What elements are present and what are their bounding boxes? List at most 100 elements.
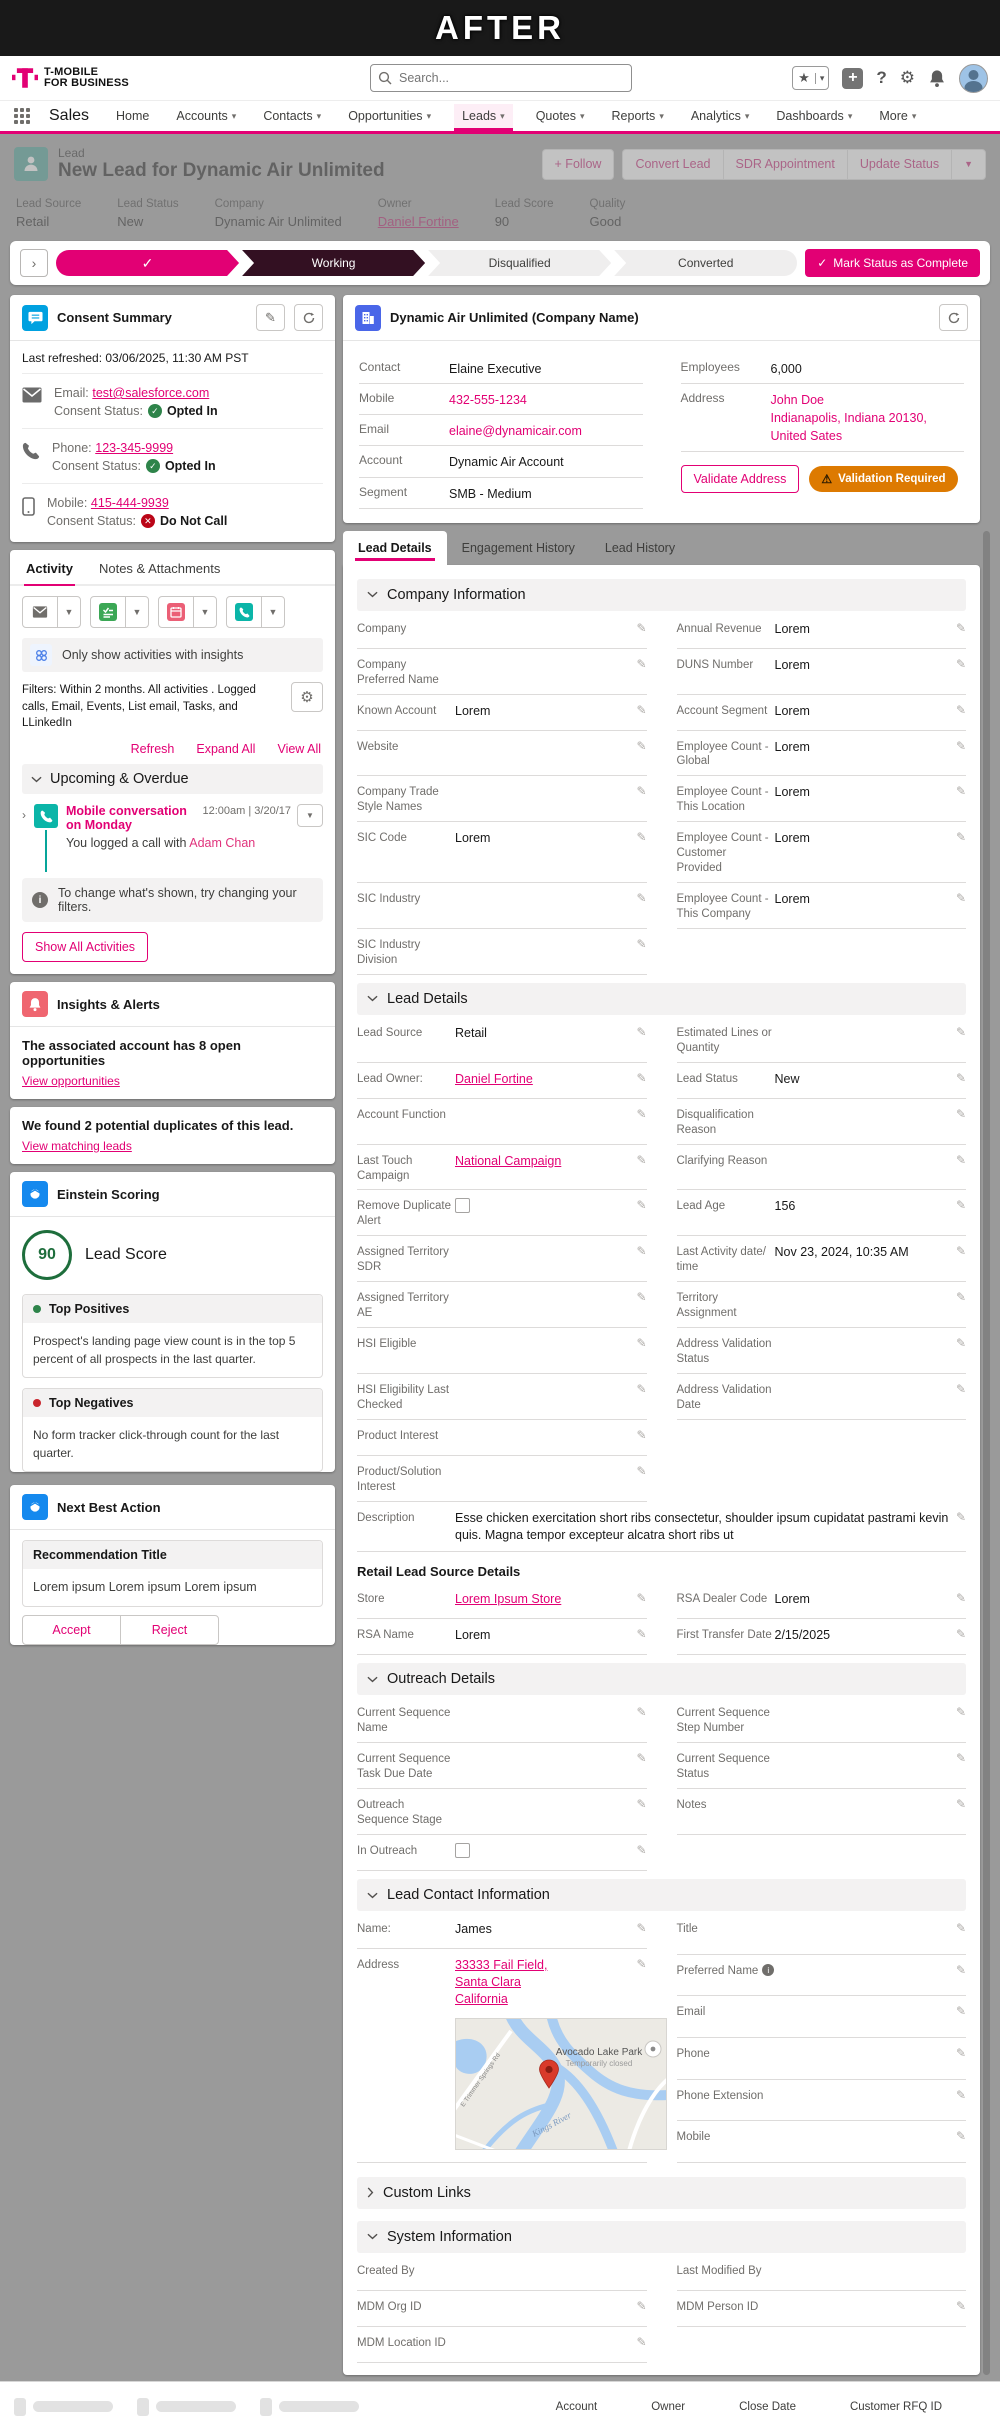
setup-gear-icon[interactable]: ⚙	[900, 68, 915, 88]
edit-pencil-icon[interactable]: ✎	[636, 2335, 646, 2349]
nav-item-contacts[interactable]: Contacts ▾	[259, 104, 325, 128]
edit-pencil-icon[interactable]: ✎	[636, 937, 646, 951]
favorites-star-icon[interactable]: ★	[793, 68, 815, 88]
edit-pencil-icon[interactable]: ✎	[956, 1244, 966, 1258]
help-icon[interactable]: ?	[876, 68, 886, 88]
edit-pencil-icon[interactable]: ✎	[956, 1751, 966, 1765]
new-task-button[interactable]: ▼	[90, 596, 149, 628]
user-avatar[interactable]	[959, 63, 988, 93]
nav-item-more[interactable]: More ▾	[875, 104, 920, 128]
upcoming-overdue-section[interactable]: Upcoming & Overdue	[22, 764, 323, 795]
edit-pencil-icon[interactable]: ✎	[636, 1705, 646, 1719]
edit-pencil-icon[interactable]: ✎	[636, 830, 646, 844]
path-stage-converted[interactable]: Converted	[614, 250, 798, 276]
edit-pencil-icon[interactable]: ✎	[956, 1071, 966, 1085]
edit-pencil-icon[interactable]: ✎	[636, 891, 646, 905]
tab-lead-history[interactable]: Lead History	[590, 531, 690, 565]
edit-pencil-icon[interactable]: ✎	[636, 1627, 646, 1641]
edit-pencil-icon[interactable]: ✎	[956, 2129, 966, 2143]
footer-label-owner[interactable]: Owner	[651, 2401, 685, 2413]
edit-pencil-icon[interactable]: ✎	[636, 703, 646, 717]
edit-pencil-icon[interactable]: ✎	[956, 1107, 966, 1121]
edit-pencil-icon[interactable]: ✎	[256, 304, 285, 331]
edit-pencil-icon[interactable]: ✎	[956, 703, 966, 717]
edit-pencil-icon[interactable]: ✎	[636, 1382, 646, 1396]
edit-pencil-icon[interactable]: ✎	[956, 1963, 966, 1977]
tmobile-logo[interactable]: T-MOBILE FOR BUSINESS	[12, 65, 129, 91]
sdr-appointment-button[interactable]: SDR Appointment	[722, 149, 847, 179]
edit-pencil-icon[interactable]: ✎	[636, 784, 646, 798]
tab-activity[interactable]: Activity	[24, 550, 75, 586]
edit-pencil-icon[interactable]: ✎	[956, 1510, 966, 1524]
edit-pencil-icon[interactable]: ✎	[636, 1843, 646, 1857]
edit-pencil-icon[interactable]: ✎	[956, 891, 966, 905]
refresh-icon[interactable]	[939, 304, 968, 331]
section-company-information[interactable]: Company Information	[357, 578, 966, 611]
expand-all-link[interactable]: Expand All	[196, 742, 255, 756]
edit-pencil-icon[interactable]: ✎	[956, 1153, 966, 1167]
edit-pencil-icon[interactable]: ✎	[956, 1797, 966, 1811]
edit-pencil-icon[interactable]: ✎	[636, 1751, 646, 1765]
edit-pencil-icon[interactable]: ✎	[636, 1071, 646, 1085]
edit-pencil-icon[interactable]: ✎	[636, 1336, 646, 1350]
app-name[interactable]: Sales	[49, 107, 89, 125]
edit-pencil-icon[interactable]: ✎	[956, 1921, 966, 1935]
address-link[interactable]: John Doe Indianapolis, Indiana 20130, Un…	[771, 391, 927, 445]
phone-link[interactable]: 123-345-9999	[95, 441, 173, 455]
path-expand-button[interactable]: ›	[20, 249, 48, 277]
edit-pencil-icon[interactable]: ✎	[956, 1591, 966, 1605]
notifications-bell-icon[interactable]	[928, 69, 946, 88]
edit-pencil-icon[interactable]: ✎	[636, 1244, 646, 1258]
view-matching-leads-link[interactable]: View matching leads	[22, 1139, 132, 1153]
convert-lead-button[interactable]: Convert Lead	[623, 150, 722, 179]
nav-item-leads[interactable]: Leads ▾	[454, 104, 513, 131]
section-lead-contact-information[interactable]: Lead Contact Information	[357, 1879, 966, 1912]
address-map[interactable]: Avocado Lake Park Temporarily closed Kin…	[455, 2017, 667, 2150]
activity-actions-caret-icon[interactable]: ▼	[297, 804, 323, 828]
mobile-link[interactable]: 432-555-1234	[449, 391, 527, 409]
edit-pencil-icon[interactable]: ✎	[956, 2046, 966, 2060]
favorites-control[interactable]: ★ ▾	[792, 66, 830, 90]
view-opportunities-link[interactable]: View opportunities	[22, 1074, 120, 1088]
tab-lead-details[interactable]: Lead Details	[343, 530, 447, 565]
edit-pencil-icon[interactable]: ✎	[636, 1290, 646, 1304]
edit-pencil-icon[interactable]: ✎	[956, 1198, 966, 1212]
reject-button[interactable]: Reject	[120, 1615, 218, 1644]
search-input[interactable]	[370, 64, 632, 92]
insights-filter-toggle[interactable]: Only show activities with insights	[22, 638, 323, 672]
dropdown-caret-icon[interactable]: ▼	[261, 597, 284, 627]
nav-item-opportunities[interactable]: Opportunities ▾	[344, 104, 435, 128]
nav-item-dashboards[interactable]: Dashboards ▾	[772, 104, 856, 128]
edit-pencil-icon[interactable]: ✎	[956, 830, 966, 844]
nav-item-reports[interactable]: Reports ▾	[608, 104, 668, 128]
dropdown-caret-icon[interactable]: ▼	[193, 597, 216, 627]
email-link[interactable]: test@salesforce.com	[92, 386, 209, 400]
field-value[interactable]: Daniel Fortine	[455, 1071, 630, 1088]
dropdown-caret-icon[interactable]: ▼	[125, 597, 148, 627]
edit-pencil-icon[interactable]: ✎	[956, 1290, 966, 1304]
mobile-link[interactable]: 415-444-9939	[91, 496, 169, 510]
app-launcher-icon[interactable]	[14, 108, 30, 124]
edit-pencil-icon[interactable]: ✎	[636, 1428, 646, 1442]
nav-item-quotes[interactable]: Quotes ▾	[532, 104, 589, 128]
edit-pencil-icon[interactable]: ✎	[636, 1025, 646, 1039]
refresh-icon[interactable]	[294, 304, 323, 331]
log-call-button[interactable]: ▼	[226, 596, 285, 628]
tab-engagement-history[interactable]: Engagement History	[447, 531, 590, 565]
new-email-button[interactable]: ▼	[22, 596, 81, 628]
edit-pencil-icon[interactable]: ✎	[636, 1107, 646, 1121]
edit-pencil-icon[interactable]: ✎	[956, 2299, 966, 2313]
scrollbar[interactable]	[983, 530, 990, 2375]
edit-pencil-icon[interactable]: ✎	[636, 1464, 646, 1478]
edit-pencil-icon[interactable]: ✎	[956, 2004, 966, 2018]
edit-pencil-icon[interactable]: ✎	[636, 621, 646, 635]
edit-pencil-icon[interactable]: ✎	[636, 1591, 646, 1605]
footer-label-close-date[interactable]: Close Date	[739, 2401, 796, 2413]
edit-pencil-icon[interactable]: ✎	[956, 2088, 966, 2102]
edit-pencil-icon[interactable]: ✎	[956, 1382, 966, 1396]
section-outreach-details[interactable]: Outreach Details	[357, 1663, 966, 1696]
address-link[interactable]: 33333 Fail Field, Santa Clara California	[455, 1957, 630, 2008]
edit-pencil-icon[interactable]: ✎	[636, 2299, 646, 2313]
edit-pencil-icon[interactable]: ✎	[636, 657, 646, 671]
footer-label-account[interactable]: Account	[556, 2401, 598, 2413]
